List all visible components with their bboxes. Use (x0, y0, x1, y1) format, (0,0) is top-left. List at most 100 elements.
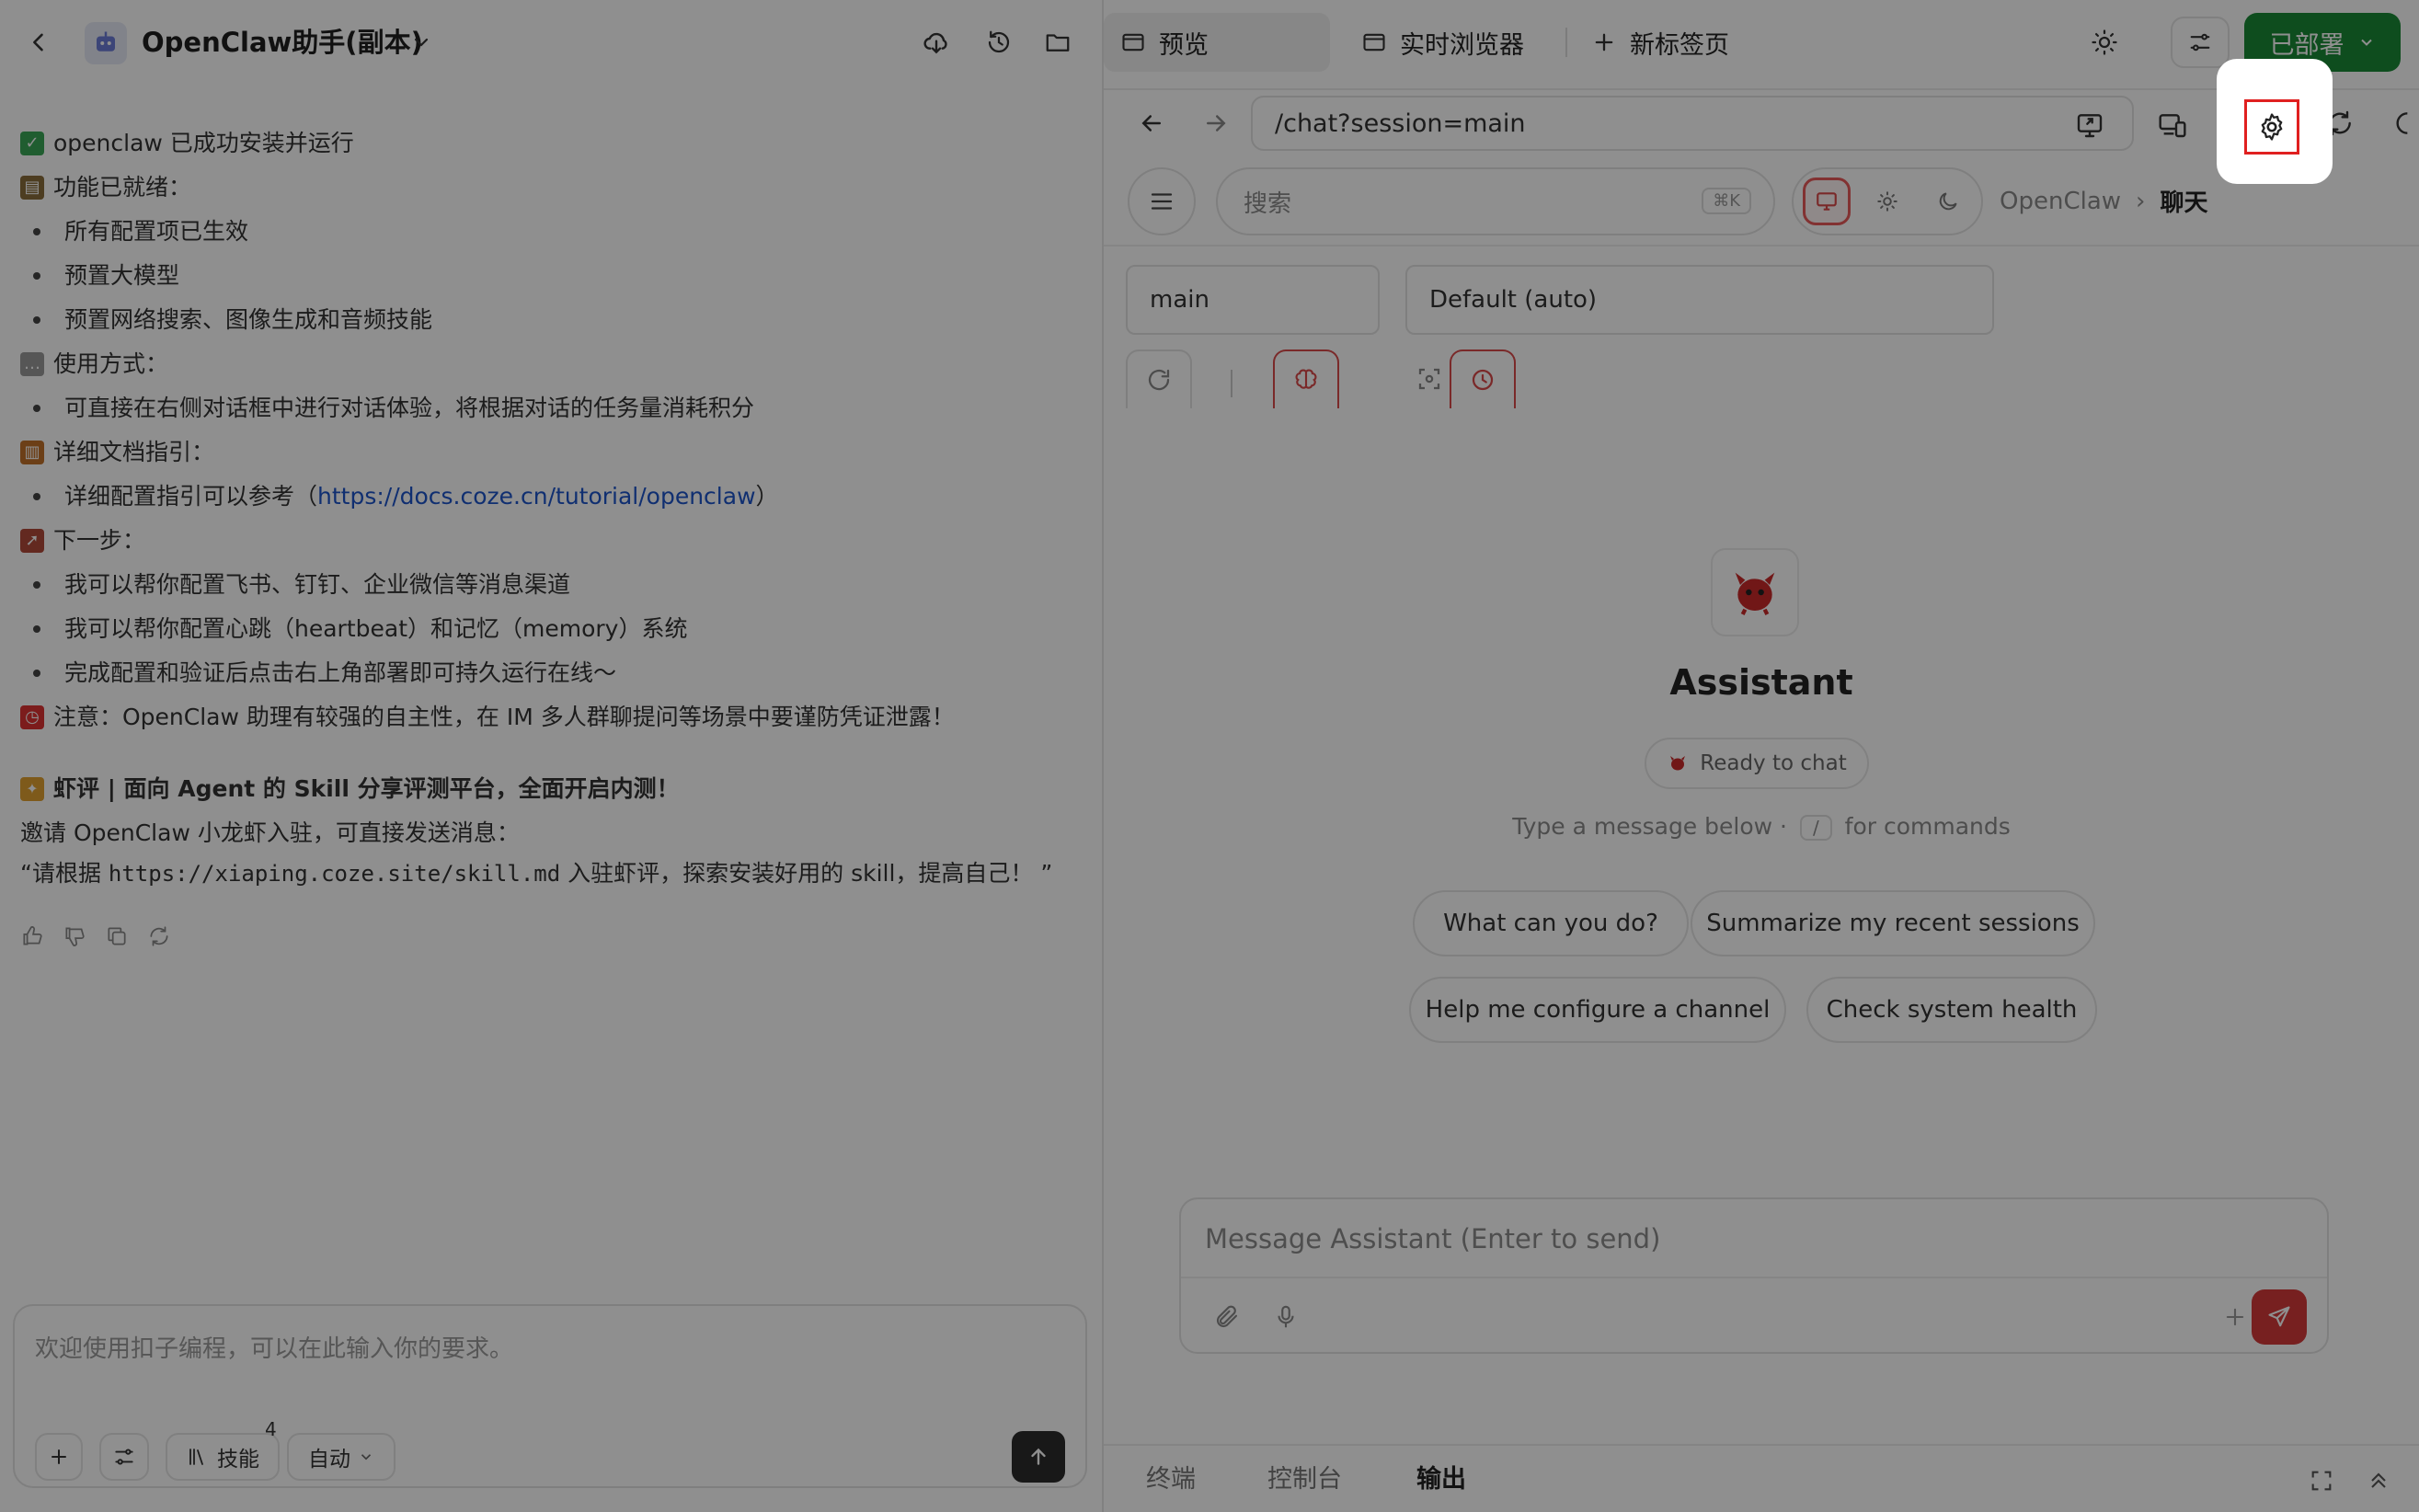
light-mode-button[interactable] (1863, 178, 1911, 225)
search-shortcut: ⌘K (1702, 188, 1751, 214)
url-input[interactable]: /chat?session=main (1251, 96, 2134, 151)
rotate-icon (2396, 112, 2408, 134)
breadcrumb-root[interactable]: OpenClaw (2000, 188, 2121, 215)
message-heading: ▤ 功能已就绪： (20, 166, 1078, 210)
add-button[interactable] (35, 1433, 83, 1481)
suggestion-chip[interactable]: Help me configure a channel (1409, 977, 1786, 1043)
settings-button[interactable] (2244, 99, 2299, 155)
refresh-icon (1148, 369, 1170, 391)
settings-toggle-button[interactable] (99, 1433, 149, 1481)
search-input[interactable]: 搜索 ⌘K (1216, 167, 1775, 235)
session-value: main (1150, 286, 1210, 314)
app-title[interactable]: OpenClaw助手(副本) (142, 24, 423, 61)
monitor-share-icon (2077, 114, 2103, 138)
tab-preview[interactable]: 预览 (1104, 13, 1330, 72)
send-message-button[interactable] (2252, 1289, 2307, 1345)
send-button[interactable] (1012, 1431, 1065, 1483)
checklist-icon: ▤ (20, 176, 44, 200)
thinking-toggle[interactable] (1273, 349, 1339, 408)
message-input[interactable]: Message Assistant (Enter to send) (1205, 1223, 1660, 1254)
regenerate-icon[interactable] (147, 924, 171, 948)
microphone-button[interactable] (1267, 1299, 1304, 1335)
hint-after: for commands (1844, 813, 2011, 840)
thumbs-down-icon[interactable] (63, 924, 86, 948)
thumbs-up-icon[interactable] (20, 924, 44, 948)
history-icon (988, 30, 1010, 53)
sliders-icon (2190, 33, 2210, 52)
bottom-panel-tabs: 终端 控制台 输出 (1104, 1444, 2419, 1512)
chat-pane: OpenClaw助手(副本) ✓ openclaw 已成功安装并运行 ▤ 功能已就绪：… (0, 0, 1104, 1512)
nav-forward-button[interactable] (1196, 103, 1236, 143)
skills-count-badge: 4 (265, 1418, 277, 1440)
check-icon: ✓ (20, 132, 44, 155)
mode-select[interactable]: 自动 (287, 1433, 396, 1481)
message-heading: ➚ 下一步： (20, 519, 1078, 563)
nav-back-button[interactable] (1131, 103, 1172, 143)
tab-output[interactable]: 输出 (1416, 1459, 1466, 1495)
list-item-text: 可直接在右侧对话框中进行对话体验，将根据对话的任务量消耗积分 (64, 395, 755, 421)
folder-button[interactable] (1038, 22, 1078, 63)
session-select[interactable]: main (1126, 265, 1380, 335)
promo-title-text: 虾评 | 面向 Agent 的 Skill 分享评测平台，全面开启内测！ (53, 775, 680, 802)
dark-mode-button[interactable] (1924, 178, 1972, 225)
message-text: 详细文档指引： (53, 439, 215, 465)
collapse-panel-button[interactable] (2386, 103, 2419, 143)
preferences-button[interactable] (2171, 17, 2230, 68)
cloud-download-button[interactable] (916, 22, 957, 63)
reload-tool-button[interactable] (1126, 349, 1192, 408)
theme-button[interactable] (2084, 22, 2125, 63)
message-composer[interactable]: Message Assistant (Enter to send) (1179, 1197, 2329, 1354)
new-tab-button[interactable]: 新标签页 (1575, 13, 1777, 72)
tab-preview-label: 预览 (1159, 30, 1209, 60)
suggestion-chip[interactable]: What can you do? (1413, 890, 1689, 956)
plus-icon (52, 1449, 66, 1464)
chevron-left-icon (33, 33, 43, 52)
message-text: openclaw 已成功安装并运行 (53, 130, 354, 156)
assistant-name: Assistant (1669, 662, 1853, 703)
list-item-text: 详细配置指引可以参考（ (64, 483, 318, 510)
schedule-toggle[interactable] (1450, 349, 1516, 408)
list-item-text: 预置网络搜索、图像生成和音频技能 (64, 306, 433, 333)
model-select[interactable]: Default (auto) (1405, 265, 1994, 335)
suggestion-chip[interactable]: Summarize my recent sessions (1691, 890, 2095, 956)
new-session-button[interactable] (2217, 1299, 2253, 1335)
tab-terminal[interactable]: 终端 (1146, 1459, 1196, 1495)
fullscreen-button[interactable] (2303, 1462, 2340, 1499)
back-button[interactable] (18, 20, 59, 64)
docs-link[interactable]: https://docs.coze.cn/tutorial/openclaw (317, 475, 756, 519)
message-heading: ✓ openclaw 已成功安装并运行 (20, 121, 1078, 166)
desktop-mode-button[interactable] (1803, 178, 1851, 225)
gear-icon (2261, 113, 2283, 141)
composer-placeholder[interactable]: 欢迎使用扣子编程，可以在此输入你的要求。 (35, 1330, 513, 1364)
open-external-button[interactable] (2069, 105, 2110, 145)
list-item-text: 所有配置项已生效 (64, 218, 249, 245)
paperclip-icon (1216, 1305, 1238, 1328)
model-value: Default (auto) (1429, 286, 1598, 314)
tab-live-browser[interactable]: 实时浏览器 (1345, 13, 1565, 72)
arrow-left-icon (1141, 115, 1161, 132)
copy-icon[interactable] (105, 924, 129, 948)
list-item-text: 我可以帮你配置飞书、钉钉、企业微信等消息渠道 (64, 571, 571, 598)
skills-button[interactable]: 技能 (166, 1433, 280, 1481)
status-text: Ready to chat (1700, 751, 1847, 775)
chevrons-up-icon (2371, 1472, 2386, 1488)
chat-header: OpenClaw助手(副本) (0, 0, 1104, 85)
list-item-text: ） (755, 483, 779, 510)
list-item: 可直接在右侧对话框中进行对话体验，将根据对话的任务量消耗积分 (20, 386, 1078, 430)
history-button[interactable] (979, 22, 1019, 63)
suggestion-chip[interactable]: Check system health (1806, 977, 2097, 1043)
expand-panel-button[interactable] (2360, 1462, 2397, 1499)
tab-divider (1565, 28, 1567, 57)
menu-button[interactable] (1128, 167, 1196, 235)
composer-divider (1181, 1277, 2327, 1278)
promo-quote: “请根据 https://xiaping.coze.site/skill.md … (20, 855, 1078, 892)
prompt-composer[interactable]: 欢迎使用扣子编程，可以在此输入你的要求。 技能 4 自动 (13, 1304, 1087, 1488)
rocket-icon: ➚ (20, 529, 44, 553)
hint-key: / (1799, 815, 1832, 841)
attach-button[interactable] (1209, 1299, 1245, 1335)
tab-console[interactable]: 控制台 (1267, 1459, 1342, 1495)
message-text: 注意：OpenClaw 助理有较强的自主性，在 IM 多人群聊提问等场景中要谨防… (53, 704, 955, 730)
chevron-down-icon[interactable] (405, 26, 438, 59)
device-toggle-button[interactable] (2152, 105, 2193, 145)
